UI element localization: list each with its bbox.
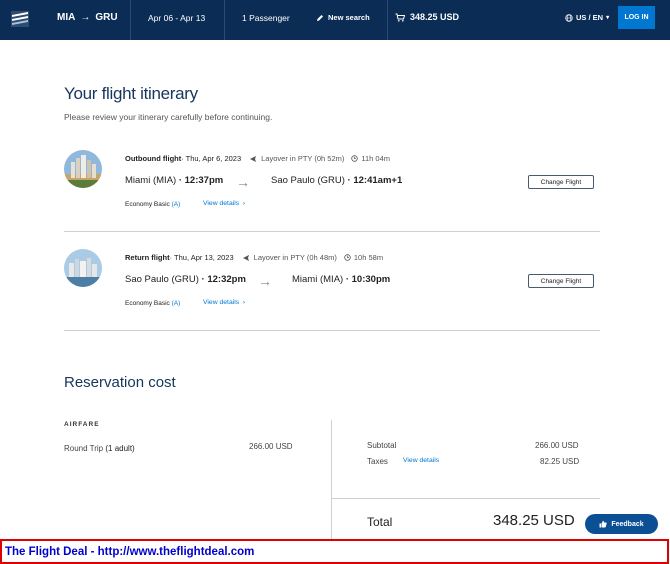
return-flight-card: Return flight · Thu, Apr 13, 2023 Layove… (64, 247, 600, 343)
airfare-heading: AIRFARE (64, 421, 100, 428)
pencil-icon (317, 14, 323, 21)
airplane-icon (250, 155, 257, 162)
view-details-label: View details (203, 200, 240, 207)
cabin-name: Economy Basic (125, 300, 170, 307)
layover-text: Layover in PTY (0h 48m) (253, 253, 337, 262)
arrival-time: · 10:30pm (343, 274, 391, 285)
cabin-name: Economy Basic (125, 201, 170, 208)
sao-paulo-skyline-image (64, 249, 102, 287)
header-divider (387, 0, 388, 40)
airline-logo-icon[interactable] (10, 9, 30, 29)
layover-info: Layover in PTY (0h 48m) (242, 253, 337, 262)
adult-count: (1 adult) (105, 444, 135, 453)
flight-direction-label: Outbound flight (125, 154, 182, 163)
right-arrow-icon: → (80, 12, 91, 23)
taxes-amount: 82.25 USD (540, 457, 580, 466)
departure-info: Miami (MIA) · 12:37pm (125, 175, 223, 186)
chevron-down-icon: ▾ (606, 15, 610, 21)
airfare-amount: 266.00 USD (249, 442, 293, 451)
departure-city: Miami (MIA) (125, 175, 177, 186)
destination-code: GRU (95, 12, 118, 23)
feedback-label: Feedback (611, 520, 644, 528)
round-trip-label: Round Trip (1 adult) (64, 444, 135, 453)
trip-type: Round Trip (64, 444, 104, 453)
flight-direction-label: Return flight (125, 253, 170, 262)
duration-text: 11h 04m (361, 154, 391, 163)
page-subtitle: Please review your itinerary carefully b… (64, 112, 273, 122)
page-title: Your flight itinerary (64, 84, 198, 103)
subtotal-amount: 266.00 USD (535, 441, 579, 450)
arrival-city: Sao Paulo (GRU) (271, 175, 345, 186)
chevron-right-icon: › (241, 200, 246, 207)
taxes-label: Taxes (367, 457, 388, 466)
feedback-button[interactable]: Feedback (585, 514, 658, 534)
route-summary[interactable]: MIA → GRU (57, 12, 118, 23)
section-divider (64, 330, 600, 331)
locale-label: US / EN (576, 13, 604, 22)
travel-dates[interactable]: Apr 06 - Apr 13 (148, 13, 205, 23)
cart-icon (395, 13, 405, 22)
arrival-info: Sao Paulo (GRU) · 12:41am+1 (271, 175, 402, 186)
locale-selector[interactable]: US / EN ▾ (565, 13, 609, 22)
header-divider (130, 0, 131, 40)
top-navigation-bar: MIA → GRU Apr 06 - Apr 13 1 Passenger Ne… (0, 0, 670, 40)
section-divider (64, 231, 600, 232)
login-button[interactable]: LOG IN (618, 6, 655, 29)
layover-info: Layover in PTY (0h 52m) (249, 154, 344, 163)
flight-header: Outbound flight · Thu, Apr 6, 2023 Layov… (125, 154, 390, 163)
view-details-link[interactable]: View details › (203, 299, 245, 306)
taxes-view-details-link[interactable]: View details (403, 457, 439, 464)
departure-time: · 12:32pm (198, 274, 246, 285)
total-label: Total (367, 515, 393, 529)
reservation-cost-title: Reservation cost (64, 374, 176, 391)
cost-divider (331, 420, 332, 540)
source-banner: The Flight Deal - http://www.theflightde… (0, 539, 669, 564)
arrow-right-icon: → (236, 174, 250, 190)
clock-icon (344, 254, 351, 261)
cart-total-amount: 348.25 USD (410, 12, 460, 22)
duration-text: 10h 58m (353, 253, 384, 262)
change-flight-button[interactable]: Change Flight (528, 175, 594, 189)
outbound-flight-card: Outbound flight · Thu, Apr 6, 2023 Layov… (64, 148, 600, 244)
arrow-right-icon: → (258, 273, 272, 289)
globe-icon (565, 13, 573, 22)
new-search-label: New search (328, 13, 370, 22)
departure-city: Sao Paulo (GRU) (125, 274, 199, 285)
flight-date: · Thu, Apr 6, 2023 (181, 154, 242, 163)
view-details-label: View details (203, 299, 240, 306)
chevron-right-icon: › (241, 299, 246, 306)
airplane-icon (242, 254, 249, 261)
duration-info: 10h 58m (344, 253, 383, 262)
header-divider (224, 0, 225, 40)
origin-code: MIA (57, 12, 76, 23)
departure-time: · 12:37pm (176, 175, 224, 186)
clock-icon (351, 155, 359, 162)
departure-info: Sao Paulo (GRU) · 12:32pm (125, 274, 246, 285)
miami-skyline-image (64, 150, 102, 188)
flight-header: Return flight · Thu, Apr 13, 2023 Layove… (125, 253, 383, 262)
view-details-link[interactable]: View details › (203, 200, 245, 207)
total-divider (332, 498, 600, 499)
cabin-class: Economy Basic (A) (125, 300, 180, 307)
cart-total[interactable]: 348.25 USD (395, 12, 459, 22)
arrival-time: · 12:41am+1 (344, 175, 403, 186)
total-amount: 348.25 USD (493, 512, 575, 529)
arrival-city: Miami (MIA) (292, 274, 344, 285)
cabin-code-link[interactable]: (A) (172, 201, 181, 208)
cabin-class: Economy Basic (A) (125, 201, 180, 208)
passenger-count[interactable]: 1 Passenger (242, 13, 290, 23)
source-banner-text[interactable]: The Flight Deal - http://www.theflightde… (5, 546, 254, 558)
subtotal-label: Subtotal (367, 441, 397, 450)
change-flight-button[interactable]: Change Flight (528, 274, 594, 288)
thumbs-up-icon (599, 520, 608, 528)
arrival-info: Miami (MIA) · 10:30pm (292, 274, 390, 285)
layover-text: Layover in PTY (0h 52m) (261, 154, 345, 163)
cabin-code-link[interactable]: (A) (172, 300, 181, 307)
duration-info: 11h 04m (351, 154, 390, 163)
flight-date: · Thu, Apr 13, 2023 (169, 253, 234, 262)
new-search-button[interactable]: New search (316, 13, 370, 22)
